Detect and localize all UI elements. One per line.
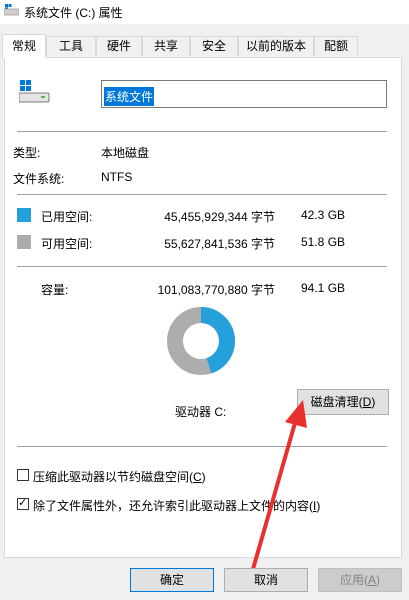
- tab-general[interactable]: 常规: [2, 34, 46, 58]
- capacity-bytes: 101,083,770,880 字节: [157, 283, 275, 297]
- drive-name-input[interactable]: 系统文件: [101, 80, 387, 108]
- capacity-label: 容量:: [41, 283, 69, 297]
- title-bar: 系统文件 (C:) 属性: [0, 0, 409, 24]
- drive-name-text: 系统文件: [104, 87, 155, 106]
- filesystem-value: NTFS: [101, 170, 133, 184]
- tab-previous-versions[interactable]: 以前的版本: [238, 36, 314, 56]
- used-space-arc: [200, 307, 235, 374]
- free-space-gb: 51.8 GB: [301, 235, 346, 249]
- tab-security[interactable]: 安全: [190, 36, 238, 56]
- type-value: 本地磁盘: [101, 146, 150, 160]
- used-space-bytes: 45,455,929,344 字节: [164, 210, 275, 224]
- tab-tools[interactable]: 工具: [46, 36, 96, 56]
- used-space-swatch: [17, 208, 31, 222]
- divider: [17, 194, 387, 195]
- free-space-label: 可用空间:: [41, 237, 93, 251]
- free-space-bytes: 55,627,841,536 字节: [164, 237, 275, 251]
- compress-checkbox[interactable]: [17, 469, 29, 481]
- tab-hardware[interactable]: 硬件: [96, 36, 142, 56]
- used-space-gb: 42.3 GB: [301, 208, 346, 222]
- divider: [17, 131, 387, 132]
- window-title: 系统文件 (C:) 属性: [24, 6, 123, 20]
- capacity-gb: 94.1 GB: [301, 281, 346, 295]
- free-space-swatch: [17, 235, 31, 249]
- index-checkbox[interactable]: ✓: [17, 497, 29, 510]
- tab-quota[interactable]: 配额: [314, 36, 358, 56]
- disk-usage-donut: [167, 307, 235, 375]
- drive-icon: [4, 4, 19, 16]
- filesystem-label: 文件系统:: [13, 172, 65, 186]
- divider: [17, 266, 387, 267]
- type-label: 类型:: [13, 146, 41, 160]
- ok-button[interactable]: 确定: [130, 568, 214, 592]
- drive-letter-label: 驱动器 C:: [175, 405, 227, 419]
- hard-drive-icon: [19, 80, 50, 103]
- divider: [17, 446, 387, 447]
- used-space-label: 已用空间:: [41, 210, 93, 224]
- compress-label: 压缩此驱动器以节约磁盘空间(C): [33, 470, 206, 484]
- tab-sharing[interactable]: 共享: [142, 36, 190, 56]
- cancel-button[interactable]: 取消: [224, 568, 308, 592]
- apply-button[interactable]: 应用(A): [318, 568, 402, 592]
- tab-bar: 常规 工具 硬件 共享 安全 以前的版本 配额: [0, 34, 409, 58]
